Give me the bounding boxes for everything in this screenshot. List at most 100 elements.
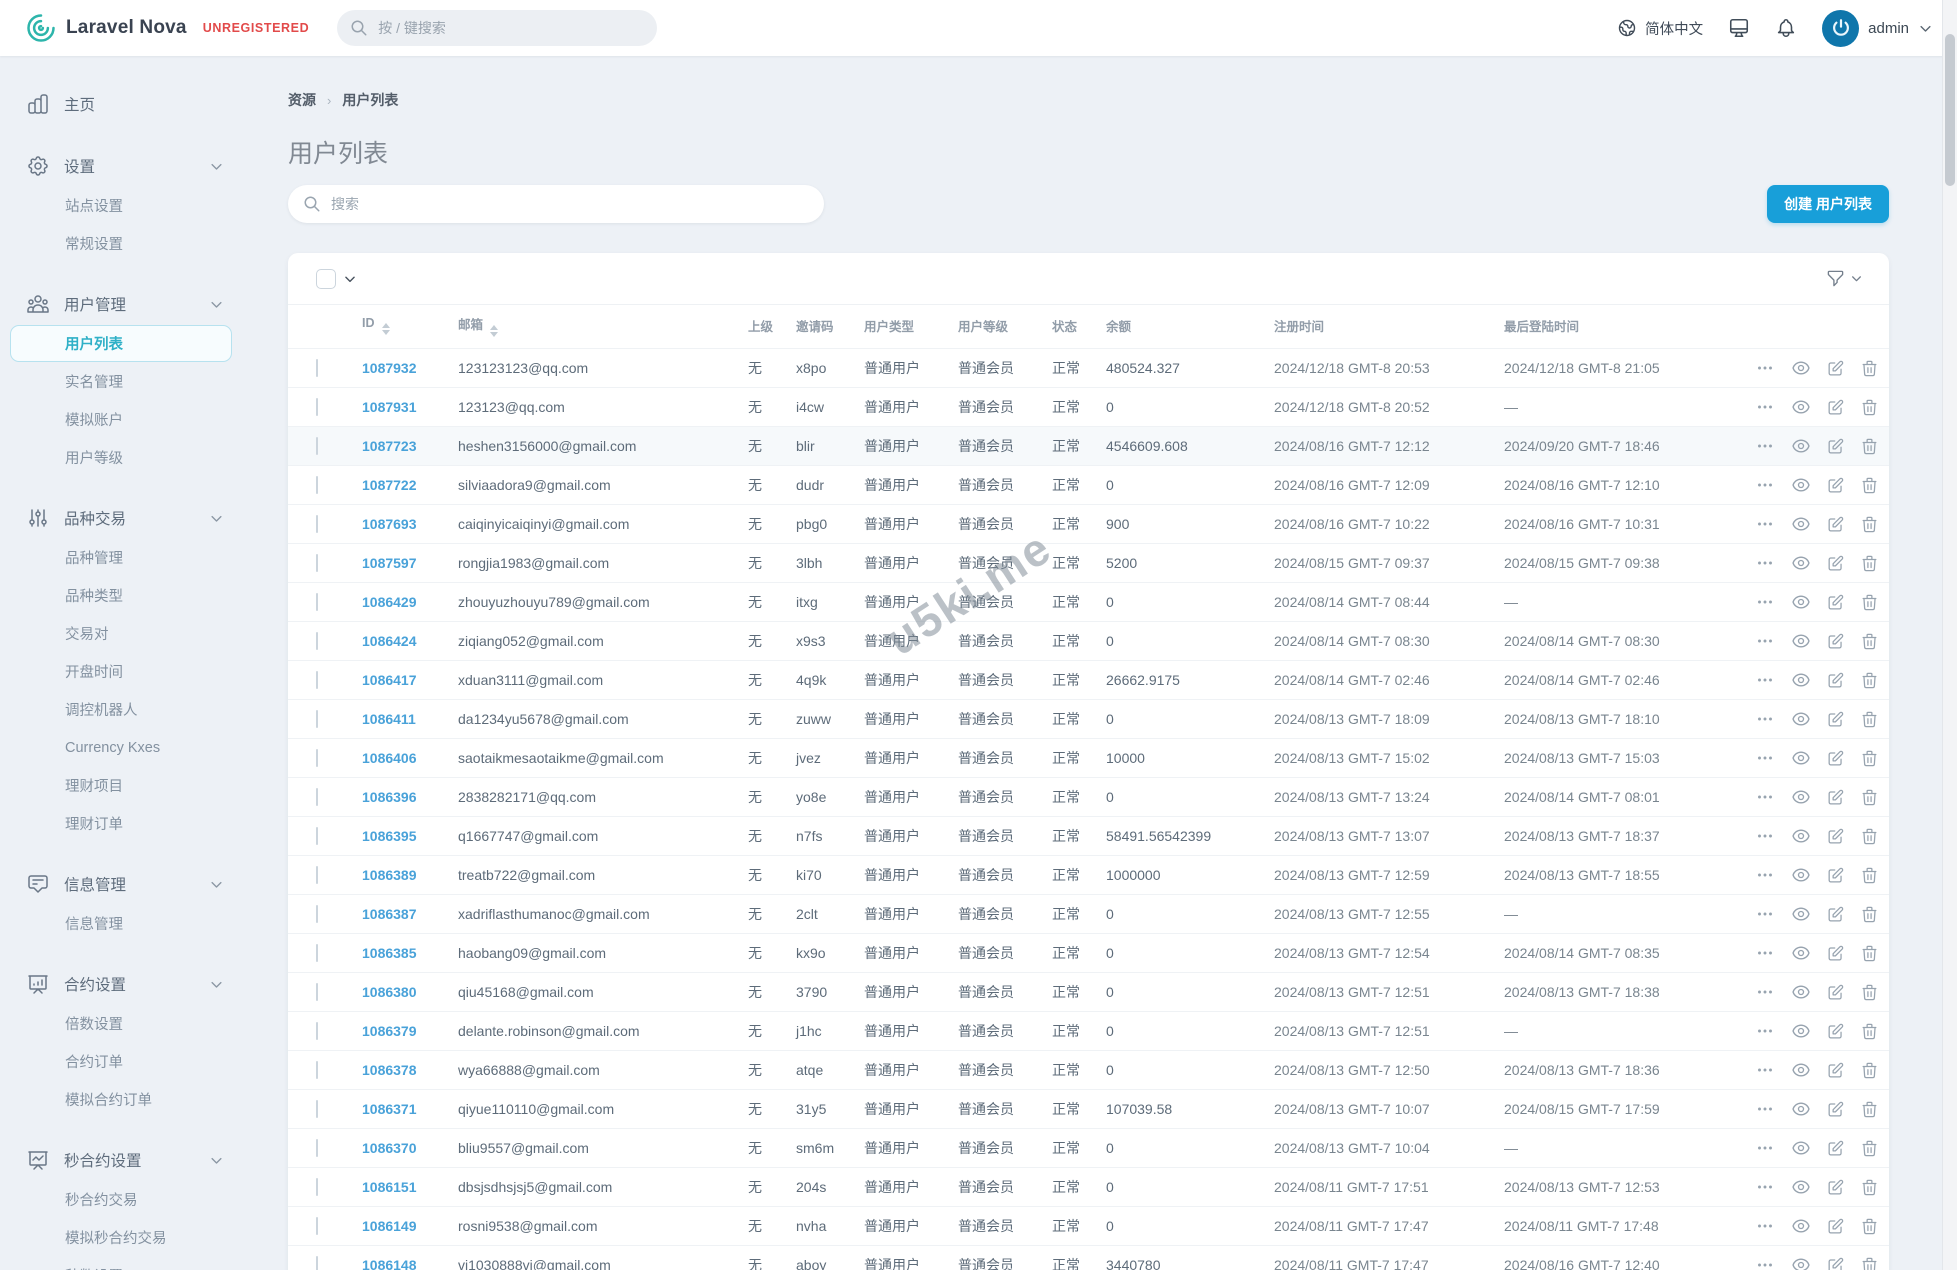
delete-trash-icon[interactable]	[1860, 710, 1879, 729]
sidebar-item-调控机器人[interactable]: 调控机器人	[10, 691, 232, 728]
user-id-link[interactable]: 1087932	[362, 360, 417, 376]
row-more-actions-icon[interactable]	[1754, 981, 1776, 1003]
sidebar-item-交易对[interactable]: 交易对	[10, 615, 232, 652]
view-eye-icon[interactable]	[1791, 358, 1811, 378]
user-id-link[interactable]: 1087597	[362, 555, 417, 571]
edit-pencil-icon[interactable]	[1826, 866, 1845, 885]
row-more-actions-icon[interactable]	[1754, 903, 1776, 925]
delete-trash-icon[interactable]	[1860, 788, 1879, 807]
sidebar-item-用户列表[interactable]: 用户列表	[10, 325, 232, 362]
sidebar-item-品种管理[interactable]: 品种管理	[10, 539, 232, 576]
sidebar-item-信息管理[interactable]: 信息管理	[10, 905, 232, 942]
global-search[interactable]	[337, 10, 658, 46]
delete-trash-icon[interactable]	[1860, 476, 1879, 495]
row-checkbox[interactable]	[316, 944, 318, 962]
user-id-link[interactable]: 1086371	[362, 1101, 417, 1117]
locale-switcher[interactable]: 简体中文	[1617, 18, 1703, 39]
user-id-link[interactable]: 1086378	[362, 1062, 417, 1078]
row-checkbox[interactable]	[316, 749, 318, 767]
row-more-actions-icon[interactable]	[1754, 786, 1776, 808]
view-eye-icon[interactable]	[1791, 553, 1811, 573]
row-checkbox[interactable]	[316, 554, 318, 572]
edit-pencil-icon[interactable]	[1826, 359, 1845, 378]
view-eye-icon[interactable]	[1791, 1060, 1811, 1080]
edit-pencil-icon[interactable]	[1826, 671, 1845, 690]
scrollbar-thumb[interactable]	[1945, 34, 1955, 186]
edit-pencil-icon[interactable]	[1826, 788, 1845, 807]
user-id-link[interactable]: 1086149	[362, 1218, 417, 1234]
sort-icon[interactable]	[381, 323, 390, 335]
row-checkbox[interactable]	[316, 671, 318, 689]
delete-trash-icon[interactable]	[1860, 398, 1879, 417]
row-checkbox[interactable]	[316, 788, 318, 806]
edit-pencil-icon[interactable]	[1826, 593, 1845, 612]
delete-trash-icon[interactable]	[1860, 1217, 1879, 1236]
user-id-link[interactable]: 1087723	[362, 438, 417, 454]
row-more-actions-icon[interactable]	[1754, 513, 1776, 535]
sidebar-section-信息管理[interactable]: 信息管理	[10, 864, 232, 904]
user-id-link[interactable]: 1086389	[362, 867, 417, 883]
row-more-actions-icon[interactable]	[1754, 357, 1776, 379]
user-id-link[interactable]: 1087693	[362, 516, 417, 532]
edit-pencil-icon[interactable]	[1826, 437, 1845, 456]
theme-monitor-icon[interactable]	[1728, 17, 1750, 39]
sidebar-item-用户等级[interactable]: 用户等级	[10, 439, 232, 476]
filter-menu[interactable]	[1826, 269, 1863, 288]
sidebar-section-设置[interactable]: 设置	[10, 146, 232, 186]
sidebar-item-模拟秒合约交易[interactable]: 模拟秒合约交易	[10, 1219, 232, 1256]
edit-pencil-icon[interactable]	[1826, 632, 1845, 651]
page-scrollbar[interactable]	[1942, 0, 1957, 1270]
sidebar-item-倍数设置[interactable]: 倍数设置	[10, 1005, 232, 1042]
delete-trash-icon[interactable]	[1860, 905, 1879, 924]
edit-pencil-icon[interactable]	[1826, 827, 1845, 846]
row-checkbox[interactable]	[316, 1178, 318, 1196]
view-eye-icon[interactable]	[1791, 982, 1811, 1002]
edit-pencil-icon[interactable]	[1826, 1100, 1845, 1119]
user-id-link[interactable]: 1086417	[362, 672, 417, 688]
edit-pencil-icon[interactable]	[1826, 905, 1845, 924]
user-id-link[interactable]: 1086385	[362, 945, 417, 961]
row-checkbox[interactable]	[316, 1256, 318, 1270]
edit-pencil-icon[interactable]	[1826, 1139, 1845, 1158]
view-eye-icon[interactable]	[1791, 904, 1811, 924]
view-eye-icon[interactable]	[1791, 709, 1811, 729]
resource-search[interactable]	[288, 185, 824, 223]
delete-trash-icon[interactable]	[1860, 1178, 1879, 1197]
user-id-link[interactable]: 1086429	[362, 594, 417, 610]
user-id-link[interactable]: 1086406	[362, 750, 417, 766]
row-checkbox[interactable]	[316, 1022, 318, 1040]
edit-pencil-icon[interactable]	[1826, 710, 1845, 729]
row-checkbox[interactable]	[316, 983, 318, 1001]
row-more-actions-icon[interactable]	[1754, 1215, 1776, 1237]
view-eye-icon[interactable]	[1791, 1216, 1811, 1236]
delete-trash-icon[interactable]	[1860, 554, 1879, 573]
delete-trash-icon[interactable]	[1860, 1061, 1879, 1080]
delete-trash-icon[interactable]	[1860, 437, 1879, 456]
sidebar-item-开盘时间[interactable]: 开盘时间	[10, 653, 232, 690]
view-eye-icon[interactable]	[1791, 1138, 1811, 1158]
row-more-actions-icon[interactable]	[1754, 630, 1776, 652]
row-checkbox[interactable]	[316, 476, 318, 494]
user-id-link[interactable]: 1086396	[362, 789, 417, 805]
sidebar-section-主页[interactable]: 主页	[10, 84, 232, 124]
global-search-input[interactable]	[378, 20, 645, 36]
edit-pencil-icon[interactable]	[1826, 1217, 1845, 1236]
row-more-actions-icon[interactable]	[1754, 1098, 1776, 1120]
view-eye-icon[interactable]	[1791, 1099, 1811, 1119]
edit-pencil-icon[interactable]	[1826, 944, 1845, 963]
edit-pencil-icon[interactable]	[1826, 983, 1845, 1002]
chevron-down-icon[interactable]	[209, 511, 224, 526]
user-id-link[interactable]: 1086151	[362, 1179, 417, 1195]
row-checkbox[interactable]	[316, 515, 318, 533]
delete-trash-icon[interactable]	[1860, 632, 1879, 651]
edit-pencil-icon[interactable]	[1826, 1061, 1845, 1080]
chevron-down-icon[interactable]	[209, 977, 224, 992]
breadcrumb-user-list[interactable]: 用户列表	[342, 90, 398, 110]
row-checkbox[interactable]	[316, 866, 318, 884]
select-actions-chevron-icon[interactable]	[343, 272, 357, 286]
delete-trash-icon[interactable]	[1860, 1022, 1879, 1041]
view-eye-icon[interactable]	[1791, 475, 1811, 495]
row-checkbox[interactable]	[316, 359, 318, 377]
sidebar-item-Currency Kxes[interactable]: Currency Kxes	[10, 729, 232, 766]
edit-pencil-icon[interactable]	[1826, 1022, 1845, 1041]
